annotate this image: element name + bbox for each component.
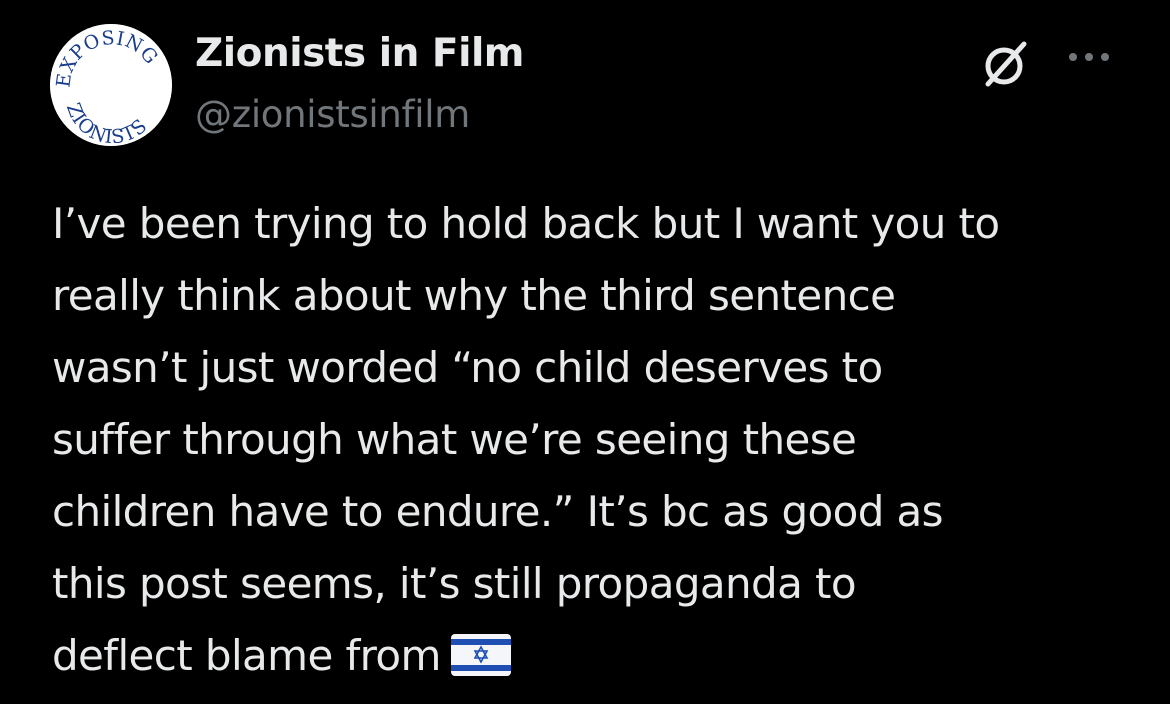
israel-flag-emoji	[450, 626, 511, 676]
tweet-text: I’ve been trying to hold back but I want…	[52, 188, 1142, 692]
user-handle[interactable]: @zionistsinfilm	[195, 92, 470, 138]
tweet-line: this post seems, it’s still propaganda t…	[52, 559, 857, 608]
tweet-line-last: deflect blame from	[52, 620, 1142, 692]
tweet-line: really think about why the third sentenc…	[52, 271, 896, 320]
more-options-icon[interactable]	[1064, 42, 1114, 72]
tweet-line: children have to endure.” It’s bc as goo…	[52, 487, 944, 536]
display-name[interactable]: Zionists in Film	[195, 30, 524, 78]
tweet-line: wasn’t just worded “no child deserves to	[52, 343, 883, 392]
tweet-line: I’ve been trying to hold back but I want…	[52, 199, 1000, 248]
avatar[interactable]: EXPOSING ZIONISTS	[50, 24, 172, 146]
grok-icon[interactable]	[980, 38, 1032, 90]
tweet: EXPOSING ZIONISTS Zionists in Film @zion…	[0, 0, 1170, 704]
tweet-line: suffer through what we’re seeing these	[52, 415, 857, 464]
tweet-line-text: deflect blame from	[52, 631, 441, 680]
avatar-logo: EXPOSING ZIONISTS	[50, 24, 172, 146]
